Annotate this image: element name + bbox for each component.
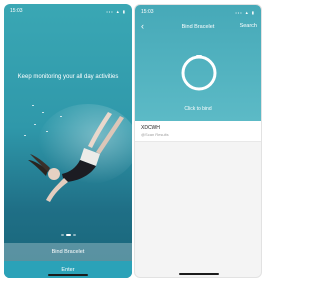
bind-bracelet-button[interactable]: Bind Bracelet: [4, 243, 132, 261]
pager-dot-active[interactable]: [65, 234, 71, 236]
bind-ring-button[interactable]: [180, 54, 218, 92]
pager-dot[interactable]: [72, 234, 76, 236]
click-to-bind-label: Click to bind: [184, 106, 212, 112]
pager-dot[interactable]: [60, 234, 64, 236]
pager-dots: [4, 234, 132, 236]
bind-header: 15:03 ••• ▲ ▮ ‹ Bind Bracelet Search Cli…: [135, 5, 261, 121]
back-icon[interactable]: ‹: [141, 21, 144, 31]
search-button[interactable]: Search: [240, 23, 257, 29]
bracelet-ring-icon: [181, 55, 217, 91]
status-time: 15:03: [10, 8, 23, 14]
status-icons: ••• ▲ ▮: [235, 9, 255, 15]
status-bar: 15:03 ••• ▲ ▮: [4, 4, 132, 18]
device-name: XDCWH: [141, 125, 160, 131]
device-subtitle: @Scan Results: [141, 132, 169, 137]
welcome-screen: 15:03 ••• ▲ ▮ Keep monitoring your all d…: [4, 4, 132, 278]
status-bar: 15:03 ••• ▲ ▮: [135, 5, 261, 19]
slogan-text: Keep monitoring your all day activities: [17, 74, 119, 80]
page-title: Bind Bracelet: [181, 24, 215, 30]
status-time: 15:03: [141, 9, 154, 15]
nav-bar: ‹ Bind Bracelet Search: [135, 19, 261, 35]
home-indicator[interactable]: [179, 273, 219, 275]
bind-bracelet-screen: 15:03 ••• ▲ ▮ ‹ Bind Bracelet Search Cli…: [134, 4, 262, 278]
device-list-item[interactable]: XDCWH @Scan Results: [135, 121, 261, 142]
hero-illustration: [28, 104, 132, 202]
home-indicator[interactable]: [48, 274, 88, 276]
status-icons: ••• ▲ ▮: [106, 8, 126, 14]
